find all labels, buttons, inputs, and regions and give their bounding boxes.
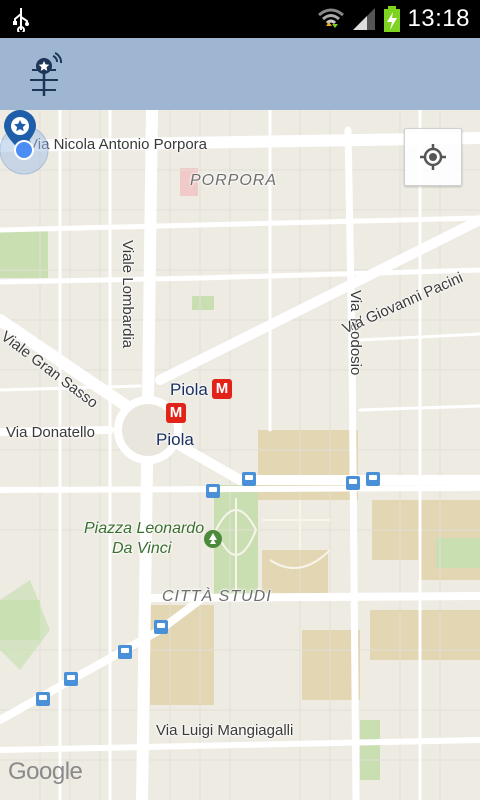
park-tree-icon xyxy=(204,530,222,548)
bus-stop-icon[interactable] xyxy=(366,472,380,486)
street-label: Viale Lombardia xyxy=(119,240,136,349)
station-label: Piola xyxy=(156,430,194,449)
status-bar: 13:18 xyxy=(0,0,480,38)
usb-icon xyxy=(13,8,29,32)
bus-stop-icon[interactable] xyxy=(64,672,78,686)
district-label: CITTÀ STUDI xyxy=(162,588,272,605)
app-bar xyxy=(0,38,480,110)
district-label: PORPORA xyxy=(190,172,278,189)
antenna-star-pin-icon[interactable] xyxy=(24,52,64,98)
bus-stop-icon[interactable] xyxy=(242,472,256,486)
signal-icon xyxy=(353,8,376,30)
bus-stop-icon[interactable] xyxy=(154,620,168,634)
crosshair-icon xyxy=(420,144,446,170)
station-label: Piola xyxy=(170,380,208,399)
street-label: Via Donatello xyxy=(6,424,95,441)
bus-stop-icon[interactable] xyxy=(346,476,360,490)
battery-charging-icon xyxy=(384,6,401,32)
bus-stop-icon[interactable] xyxy=(206,484,220,498)
metro-icon[interactable]: M xyxy=(212,379,232,399)
map-view[interactable]: Via Nicola Antonio Porpora PORPORA Via T… xyxy=(0,110,480,800)
street-label: Via Nicola Antonio Porpora xyxy=(28,136,208,153)
location-pin-icon[interactable] xyxy=(0,110,52,176)
status-time: 13:18 xyxy=(407,5,470,32)
map-canvas[interactable] xyxy=(0,110,480,800)
park-label: Piazza Leonardo xyxy=(84,520,205,537)
google-attribution: Google xyxy=(8,758,83,785)
street-label: Via Luigi Mangiagalli xyxy=(156,722,294,739)
wifi-icon xyxy=(318,8,345,28)
metro-icon[interactable]: M xyxy=(166,403,186,423)
my-location-button[interactable] xyxy=(404,128,462,186)
park-label: Da Vinci xyxy=(112,540,172,557)
bus-stop-icon[interactable] xyxy=(36,692,50,706)
bus-stop-icon[interactable] xyxy=(118,645,132,659)
